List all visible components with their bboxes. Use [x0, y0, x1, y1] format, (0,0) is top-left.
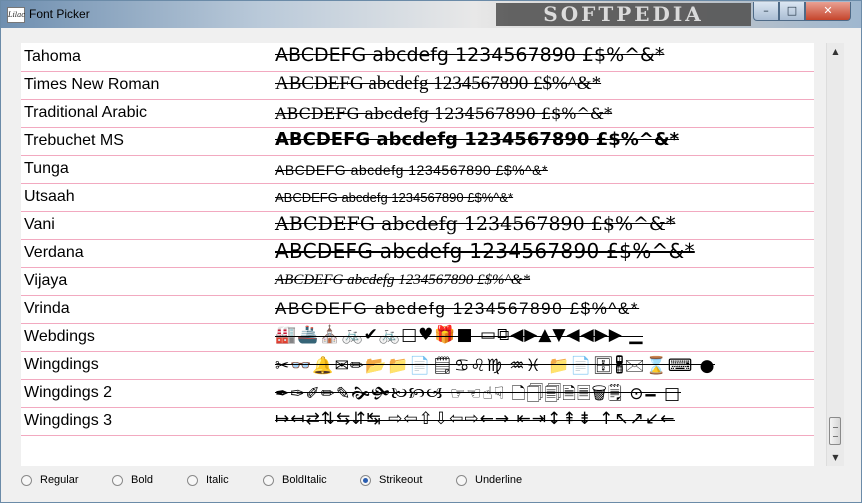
radio-button[interactable] [263, 475, 274, 486]
font-name: Traditional Arabic [24, 104, 148, 121]
font-sample: 🏭🚢⛪🚲✔🚲□♥🎁■ ▭⧉◀▶▲▼◀◀▶▶ ▁ [275, 325, 644, 345]
radio-button[interactable] [187, 475, 198, 486]
font-row[interactable]: Trebuchet MS ABCDEFG abcdefg 1234567890 … [21, 127, 814, 156]
font-sample: ✒✑✐✏✎🙞🙟🙠🙡🙢 ☞☜☝☟ 🗋🗍🗐🗎🗏🗑🗒 ⊙🗕 □ [275, 381, 682, 410]
font-row[interactable]: Webdings 🏭🚢⛪🚲✔🚲□♥🎁■ ▭⧉◀▶▲▼◀◀▶▶ ▁ [21, 323, 814, 352]
radio-label: Italic [206, 474, 229, 486]
style-options: Regular Bold Italic BoldItalic Strikeout… [1, 469, 861, 495]
close-button[interactable]: ✕ [805, 2, 851, 21]
font-sample: ABCDEFG abcdefg 1234567890 £$%^&* [275, 73, 602, 94]
font-sample: ABCDEFG abcdefg 1234567890 £$%^&* [275, 239, 695, 263]
font-sample: ABCDEFG abcdefg 1234567890 £$%^&* [275, 272, 531, 288]
radio-button[interactable] [21, 475, 32, 486]
font-row[interactable]: Wingdings 3 ↦↤⇄⇅⇆⇵↹ ⇨⇦⇧⇩⇦⇨←→ ⇤⇥↕⇞⇟ ↑↖↗↙← [21, 407, 814, 436]
minimize-button[interactable]: – [753, 2, 779, 21]
font-name: Vani [24, 216, 55, 233]
font-name: Webdings [24, 328, 95, 345]
radio-label: BoldItalic [282, 474, 327, 486]
font-sample: ABCDEFG abcdefg 1234567890 £$%^&* [275, 162, 548, 178]
font-sample: ✂👓🔔✉✏📂📁📄🗒♋♌♍ ♒♓ 📁📄🗄🖁🖂⌛⌨ ● [275, 353, 716, 382]
radio-label: Regular [40, 474, 79, 486]
font-row[interactable]: Vani ABCDEFG abcdefg 1234567890 £$%^&* [21, 211, 814, 240]
font-name: Wingdings [24, 356, 99, 373]
client-area: Tahoma ABCDEFG abcdefg 1234567890 £$%^&*… [8, 31, 854, 466]
font-list[interactable]: Tahoma ABCDEFG abcdefg 1234567890 £$%^&*… [21, 43, 814, 466]
font-name: Times New Roman [24, 76, 160, 93]
font-picker-window: Lilac Font Picker SOFTPEDIA – □ ✕ Tahoma… [0, 0, 862, 503]
font-name: Trebuchet MS [24, 132, 124, 149]
font-name: Tahoma [24, 48, 81, 65]
radio-button[interactable] [456, 475, 467, 486]
font-name: Tunga [24, 160, 69, 177]
font-sample: ABCDEFG abcdefg 1234567890 £$%^&* [275, 299, 640, 318]
font-name: Vrinda [24, 300, 70, 317]
maximize-button[interactable]: □ [779, 2, 805, 21]
scroll-down-arrow-icon[interactable]: ▼ [827, 449, 844, 466]
font-sample: ABCDEFG abcdefg 1234567890 £$%^&* [275, 190, 514, 205]
font-name: Wingdings 2 [24, 384, 113, 401]
font-name: Verdana [24, 244, 84, 261]
scroll-thumb[interactable] [829, 417, 841, 445]
font-row[interactable]: Wingdings ✂👓🔔✉✏📂📁📄🗒♋♌♍ ♒♓ 📁📄🗄🖁🖂⌛⌨ ● [21, 351, 814, 380]
font-sample: ABCDEFG abcdefg 1234567890 £$%^&* [275, 104, 613, 123]
radio-label: Underline [475, 474, 523, 486]
font-row[interactable]: Tunga ABCDEFG abcdefg 1234567890 £$%^&* [21, 155, 814, 184]
app-icon: Lilac [7, 7, 25, 23]
font-row[interactable]: Vijaya ABCDEFG abcdefg 1234567890 £$%^&* [21, 267, 814, 296]
softpedia-watermark: SOFTPEDIA [496, 3, 751, 26]
window-title: Font Picker [29, 7, 90, 21]
vertical-scrollbar[interactable]: ▲ ▼ [826, 43, 844, 466]
font-row[interactable]: Verdana ABCDEFG abcdefg 1234567890 £$%^&… [21, 239, 814, 268]
font-sample: ABCDEFG abcdefg 1234567890 £$%^&* [275, 129, 679, 150]
font-row[interactable]: Utsaah ABCDEFG abcdefg 1234567890 £$%^&* [21, 183, 814, 212]
title-bar[interactable]: Lilac Font Picker SOFTPEDIA – □ ✕ [1, 1, 861, 28]
font-row[interactable]: Tahoma ABCDEFG abcdefg 1234567890 £$%^&* [21, 43, 814, 72]
font-sample: ABCDEFG abcdefg 1234567890 £$%^&* [275, 44, 665, 66]
font-name: Utsaah [24, 188, 75, 205]
font-row[interactable]: Wingdings 2 ✒✑✐✏✎🙞🙟🙠🙡🙢 ☞☜☝☟ 🗋🗍🗐🗎🗏🗑🗒 ⊙🗕 □ [21, 379, 814, 408]
font-name: Vijaya [24, 272, 68, 289]
font-sample: ABCDEFG abcdefg 1234567890 £$%^&* [275, 213, 676, 235]
font-name: Wingdings 3 [24, 412, 113, 429]
radio-label: Strikeout [379, 474, 423, 486]
scroll-up-arrow-icon[interactable]: ▲ [827, 43, 844, 60]
radio-button[interactable] [360, 475, 371, 486]
font-sample: ↦↤⇄⇅⇆⇵↹ ⇨⇦⇧⇩⇦⇨←→ ⇤⇥↕⇞⇟ ↑↖↗↙← [275, 409, 676, 429]
radio-label: Bold [131, 474, 154, 486]
font-row[interactable]: Times New Roman ABCDEFG abcdefg 12345678… [21, 71, 814, 100]
font-row[interactable]: Traditional Arabic ABCDEFG abcdefg 12345… [21, 99, 814, 128]
radio-button[interactable] [112, 475, 123, 486]
font-row[interactable]: Vrinda ABCDEFG abcdefg 1234567890 £$%^&* [21, 295, 814, 324]
